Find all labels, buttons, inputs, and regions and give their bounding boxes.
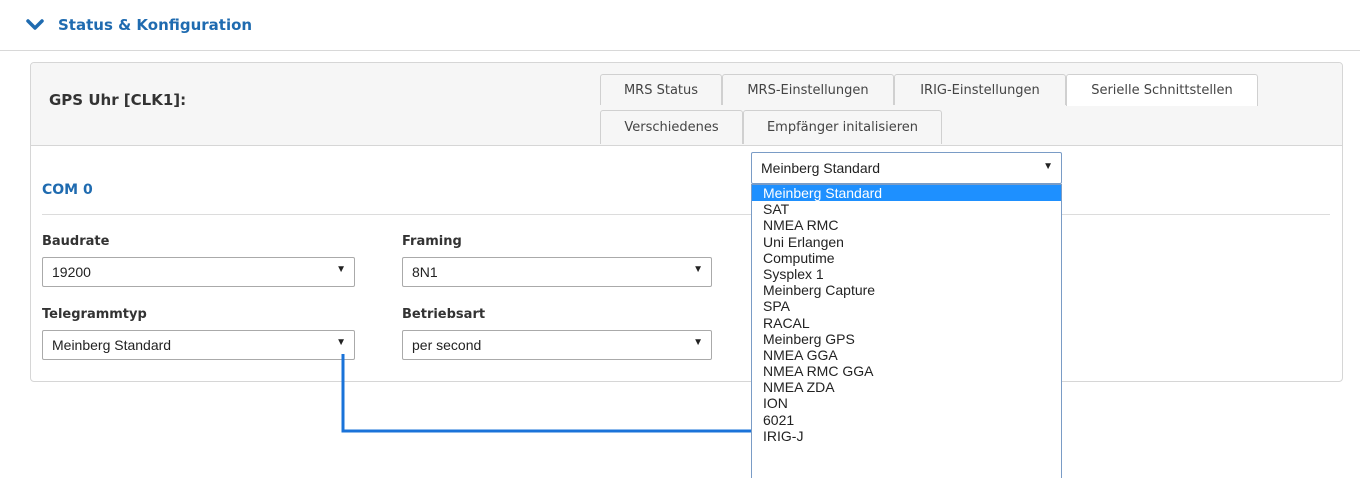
dropdown-option[interactable]: Meinberg GPS	[752, 331, 1061, 347]
telegram-type-dropdown[interactable]: Meinberg Standard ▼	[751, 152, 1062, 184]
dropdown-option[interactable]: ION	[752, 395, 1061, 411]
dropdown-value: Meinberg Standard	[761, 160, 881, 176]
dropdown-option[interactable]: SPA	[752, 298, 1061, 314]
dropdown-option[interactable]: Computime	[752, 250, 1061, 266]
dropdown-option[interactable]: Meinberg Capture	[752, 282, 1061, 298]
dropdown-option[interactable]: SAT	[752, 201, 1061, 217]
dropdown-option[interactable]: NMEA RMC GGA	[752, 363, 1061, 379]
callout-connector	[341, 354, 751, 433]
dropdown-option[interactable]: NMEA RMC	[752, 217, 1061, 233]
dropdown-options-list[interactable]: Meinberg Standard SAT NMEA RMC Uni Erlan…	[751, 184, 1062, 478]
caret-down-icon: ▼	[1043, 161, 1053, 172]
dropdown-option[interactable]: Sysplex 1	[752, 266, 1061, 282]
dropdown-option[interactable]: RACAL	[752, 315, 1061, 331]
dropdown-option[interactable]: Uni Erlangen	[752, 234, 1061, 250]
dropdown-option[interactable]: NMEA GGA	[752, 347, 1061, 363]
dropdown-option[interactable]: Meinberg Standard	[752, 185, 1061, 202]
dropdown-option[interactable]: NMEA ZDA	[752, 379, 1061, 395]
dropdown-option[interactable]: IRIG-J	[752, 428, 1061, 444]
dropdown-option[interactable]: 6021	[752, 412, 1061, 428]
